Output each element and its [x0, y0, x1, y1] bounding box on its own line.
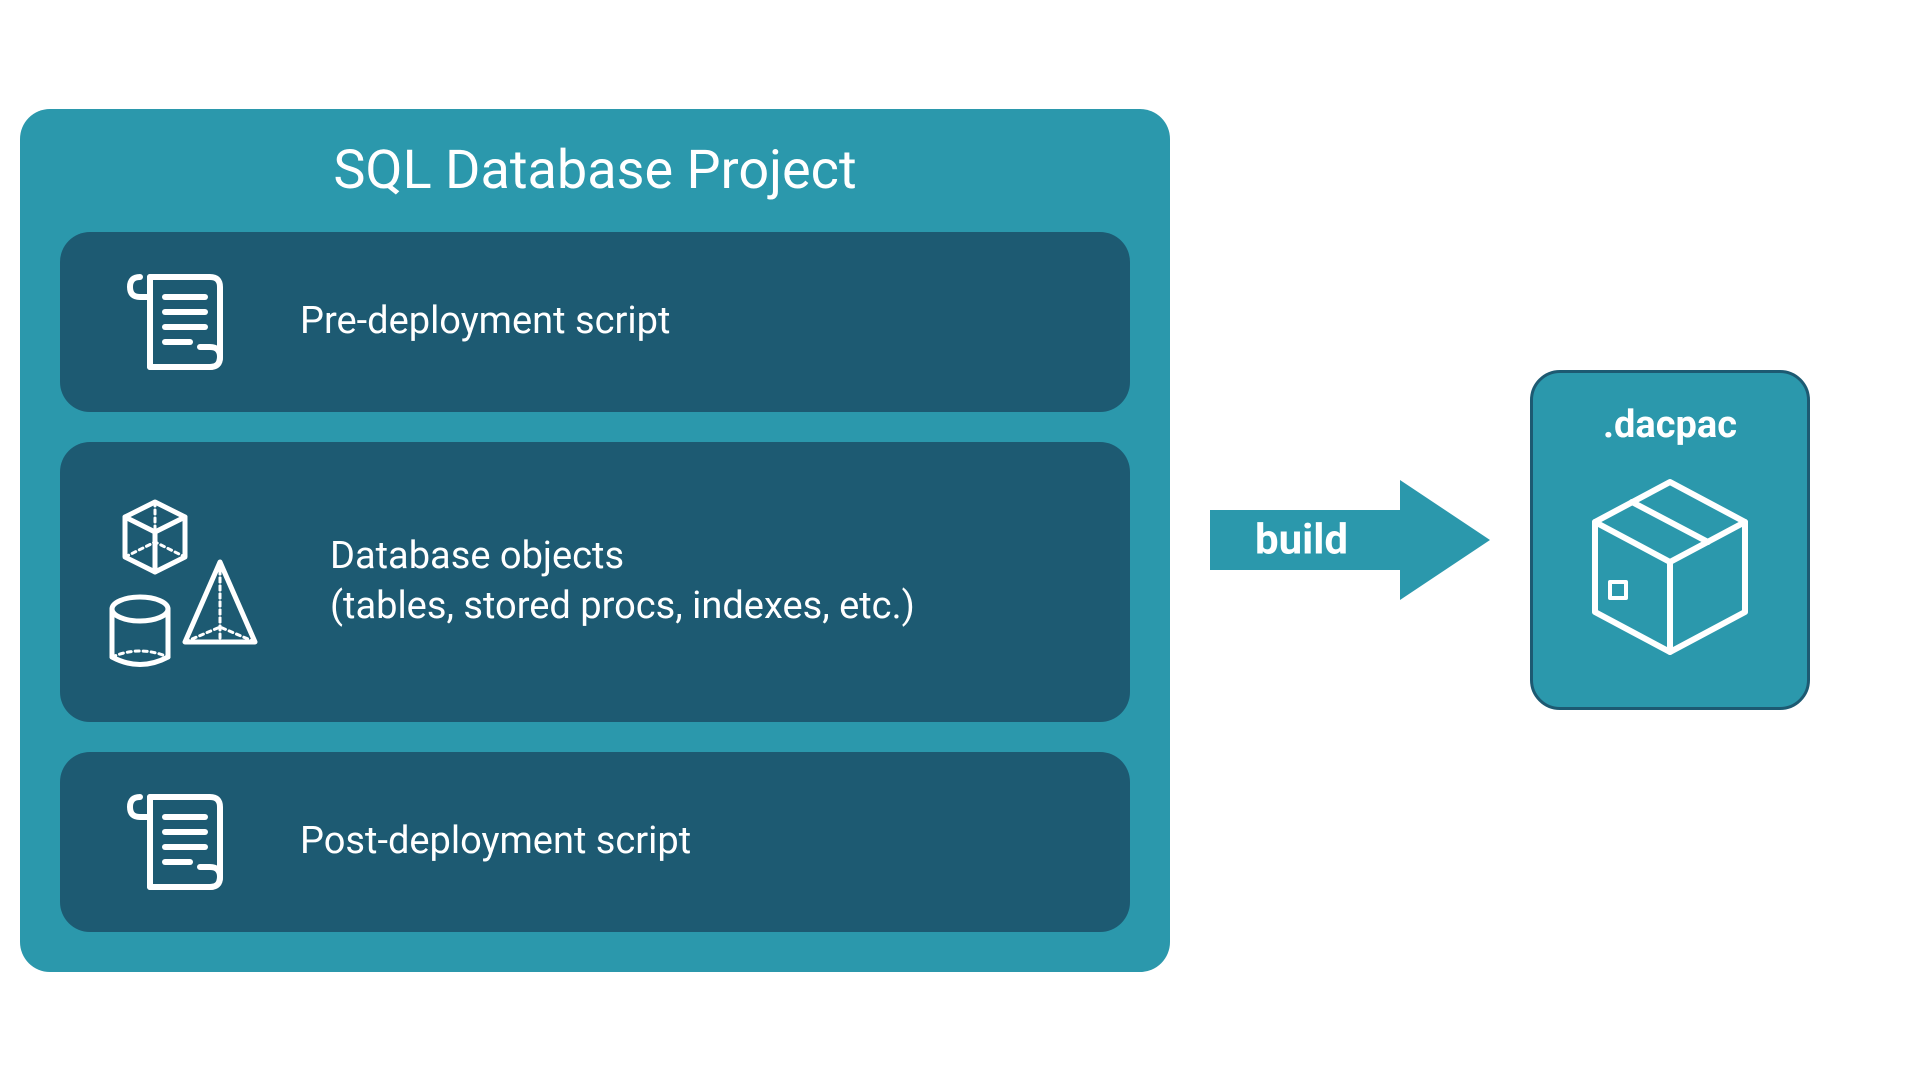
arrow-label: build: [1255, 516, 1348, 565]
database-objects-label: Database objects(tables, stored procs, i…: [330, 532, 915, 631]
project-title: SQL Database Project: [60, 139, 1130, 202]
scroll-icon: [100, 262, 250, 382]
output-title: .dacpac: [1603, 403, 1737, 447]
post-deployment-item: Post-deployment script: [60, 752, 1130, 932]
scroll-icon: [100, 782, 250, 902]
project-box: SQL Database Project Pre-d: [20, 109, 1170, 972]
pre-deployment-label: Pre-deployment script: [300, 297, 670, 346]
diagram-container: SQL Database Project Pre-d: [20, 109, 1900, 972]
build-arrow: build: [1200, 465, 1500, 615]
output-box: .dacpac: [1530, 370, 1810, 710]
shapes-icon: [100, 482, 280, 682]
pre-deployment-item: Pre-deployment script: [60, 232, 1130, 412]
package-icon: [1580, 467, 1760, 667]
database-objects-item: Database objects(tables, stored procs, i…: [60, 442, 1130, 722]
post-deployment-label: Post-deployment script: [300, 817, 691, 866]
